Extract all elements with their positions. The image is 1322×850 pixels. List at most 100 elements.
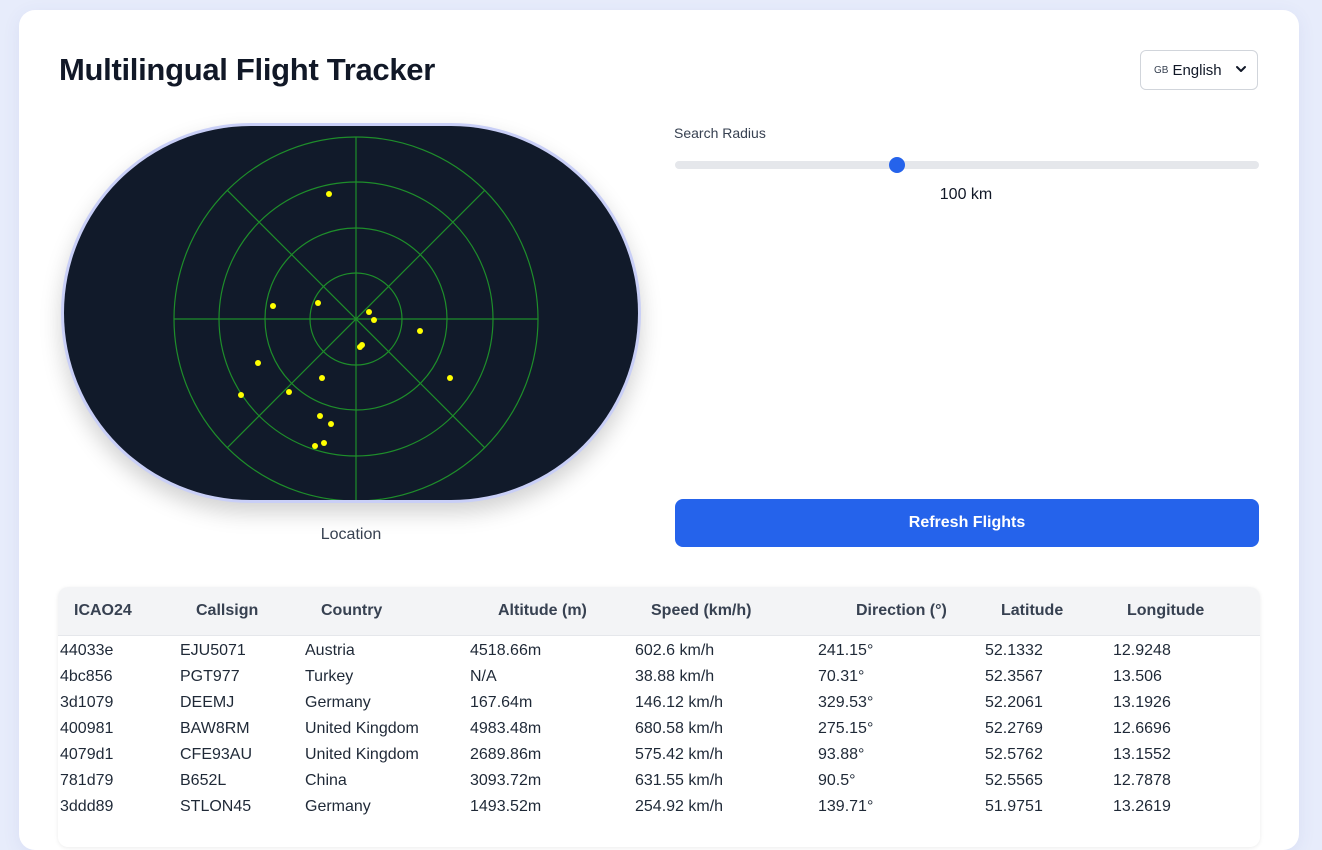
table-cell: United Kingdom: [305, 745, 419, 763]
table-cell: 13.2619: [1113, 797, 1171, 815]
column-header[interactable]: ICAO24: [58, 587, 180, 635]
table-cell: 4bc856: [60, 667, 113, 685]
table-row[interactable]: 781d79 B652L China 3093.72m 631.55 km/h 90.5°…: [58, 768, 1260, 794]
flight-dot[interactable]: [317, 413, 323, 419]
table-cell: 13.1926: [1113, 693, 1171, 711]
column-header[interactable]: Longitude: [1113, 587, 1260, 635]
table-cell: 93.88°: [818, 745, 865, 763]
gb-flag-icon: GB: [1154, 64, 1169, 76]
flight-dot[interactable]: [238, 392, 244, 398]
flight-dot[interactable]: [286, 389, 292, 395]
table-cell: 4983.48m: [470, 719, 542, 737]
table-cell: 51.9751: [985, 797, 1043, 815]
flight-dot[interactable]: [357, 344, 363, 350]
table-body: 44033e EJU5071 Austria 4518.66m 602.6 km/h 24…: [58, 635, 1260, 820]
table-cell: 3ddd89: [60, 797, 114, 815]
table-cell: 70.31°: [818, 667, 865, 685]
refresh-flights-button[interactable]: Refresh Flights: [675, 499, 1259, 547]
flight-dot[interactable]: [270, 303, 276, 309]
column-header[interactable]: Country: [305, 587, 470, 635]
table-row[interactable]: 400981 BAW8RM United Kingdom 4983.48m 680.58…: [58, 716, 1260, 742]
table-cell: 167.64m: [470, 693, 533, 711]
table-cell: China: [305, 771, 347, 789]
table-cell: 52.2061: [985, 693, 1043, 711]
table-cell: 52.2769: [985, 719, 1043, 737]
table-cell: 52.1332: [985, 641, 1043, 659]
table-cell: United Kingdom: [305, 719, 419, 737]
table-cell: 631.55 km/h: [635, 771, 724, 789]
table-cell: 13.506: [1113, 667, 1162, 685]
flight-dot[interactable]: [417, 328, 423, 334]
table-row[interactable]: 4bc856 PGT977 Turkey N/A 38.88 km/h 70.31° 52.…: [58, 664, 1260, 690]
table-cell: DEEMJ: [180, 693, 235, 711]
column-header[interactable]: Direction (°): [818, 587, 985, 635]
table-cell: N/A: [470, 667, 497, 685]
flights-table: ICAO24 Callsign Country Altitude (m) Speed (…: [58, 587, 1260, 847]
table-cell: 146.12 km/h: [635, 693, 724, 711]
column-header[interactable]: Altitude (m): [470, 587, 635, 635]
table-header-row: ICAO24 Callsign Country Altitude (m) Speed (…: [58, 587, 1260, 635]
flight-dot[interactable]: [326, 191, 332, 197]
table-cell: 90.5°: [818, 771, 856, 789]
table-cell: EJU5071: [180, 641, 246, 659]
table-cell: 38.88 km/h: [635, 667, 715, 685]
radar-svg: [173, 136, 539, 500]
flight-dot[interactable]: [312, 443, 318, 449]
table-cell: Austria: [305, 641, 355, 659]
table-cell: 13.1552: [1113, 745, 1171, 763]
table-cell: 329.53°: [818, 693, 874, 711]
table-cell: Turkey: [305, 667, 354, 685]
table-cell: 4518.66m: [470, 641, 542, 659]
table-cell: 241.15°: [818, 641, 874, 659]
slider-track[interactable]: [675, 161, 1259, 169]
search-radius-label: Search Radius: [674, 125, 766, 141]
flight-dot[interactable]: [447, 375, 453, 381]
radar-display: [61, 123, 641, 503]
chevron-down-icon: [1236, 66, 1246, 72]
table-cell: 3d1079: [60, 693, 114, 711]
flight-dot[interactable]: [321, 440, 327, 446]
table-cell: 602.6 km/h: [635, 641, 715, 659]
table-cell: Germany: [305, 693, 371, 711]
table-cell: 12.6696: [1113, 719, 1171, 737]
search-radius-slider[interactable]: [675, 157, 1259, 173]
table-cell: 575.42 km/h: [635, 745, 724, 763]
page-title: Multilingual Flight Tracker: [59, 52, 435, 87]
table-row[interactable]: 4079d1 CFE93AU United Kingdom 2689.86m 575.4…: [58, 742, 1260, 768]
column-header[interactable]: Speed (km/h): [635, 587, 818, 635]
language-select[interactable]: GB English: [1140, 50, 1258, 90]
table-row[interactable]: 44033e EJU5071 Austria 4518.66m 602.6 km/h 24…: [58, 635, 1260, 664]
column-header[interactable]: Callsign: [180, 587, 305, 635]
flight-dot[interactable]: [319, 375, 325, 381]
table-cell: PGT977: [180, 667, 240, 685]
radar-screen: [64, 126, 638, 500]
table-cell: B652L: [180, 771, 227, 789]
slider-thumb[interactable]: [888, 157, 905, 173]
table-cell: 680.58 km/h: [635, 719, 724, 737]
flight-dot[interactable]: [255, 360, 261, 366]
location-label: Location: [320, 526, 382, 543]
table-row[interactable]: 3d1079 DEEMJ Germany 167.64m 146.12 km/h 329.…: [58, 690, 1260, 716]
table-cell: 275.15°: [818, 719, 874, 737]
table-row[interactable]: 3ddd89 STLON45 Germany 1493.52m 254.92 km/h 1…: [58, 794, 1260, 820]
table-cell: 254.92 km/h: [635, 797, 724, 815]
table-cell: STLON45: [180, 797, 252, 815]
search-radius-value: 100 km: [939, 186, 993, 203]
column-header[interactable]: Latitude: [985, 587, 1113, 635]
flight-dot[interactable]: [328, 421, 334, 427]
table-cell: CFE93AU: [180, 745, 253, 763]
table-cell: 781d79: [60, 771, 114, 789]
table-cell: 4079d1: [60, 745, 114, 763]
table-cell: 139.71°: [818, 797, 874, 815]
table-cell: 52.3567: [985, 667, 1043, 685]
flight-dot[interactable]: [315, 300, 321, 306]
language-selected-label: English: [1172, 61, 1222, 79]
flight-dot[interactable]: [366, 309, 372, 315]
table-cell: 12.7878: [1113, 771, 1171, 789]
table-cell: 400981: [60, 719, 114, 737]
table-cell: 1493.52m: [470, 797, 542, 815]
flight-dot[interactable]: [371, 317, 377, 323]
table-cell: 2689.86m: [470, 745, 542, 763]
table-cell: 52.5565: [985, 771, 1043, 789]
table-cell: Germany: [305, 797, 371, 815]
